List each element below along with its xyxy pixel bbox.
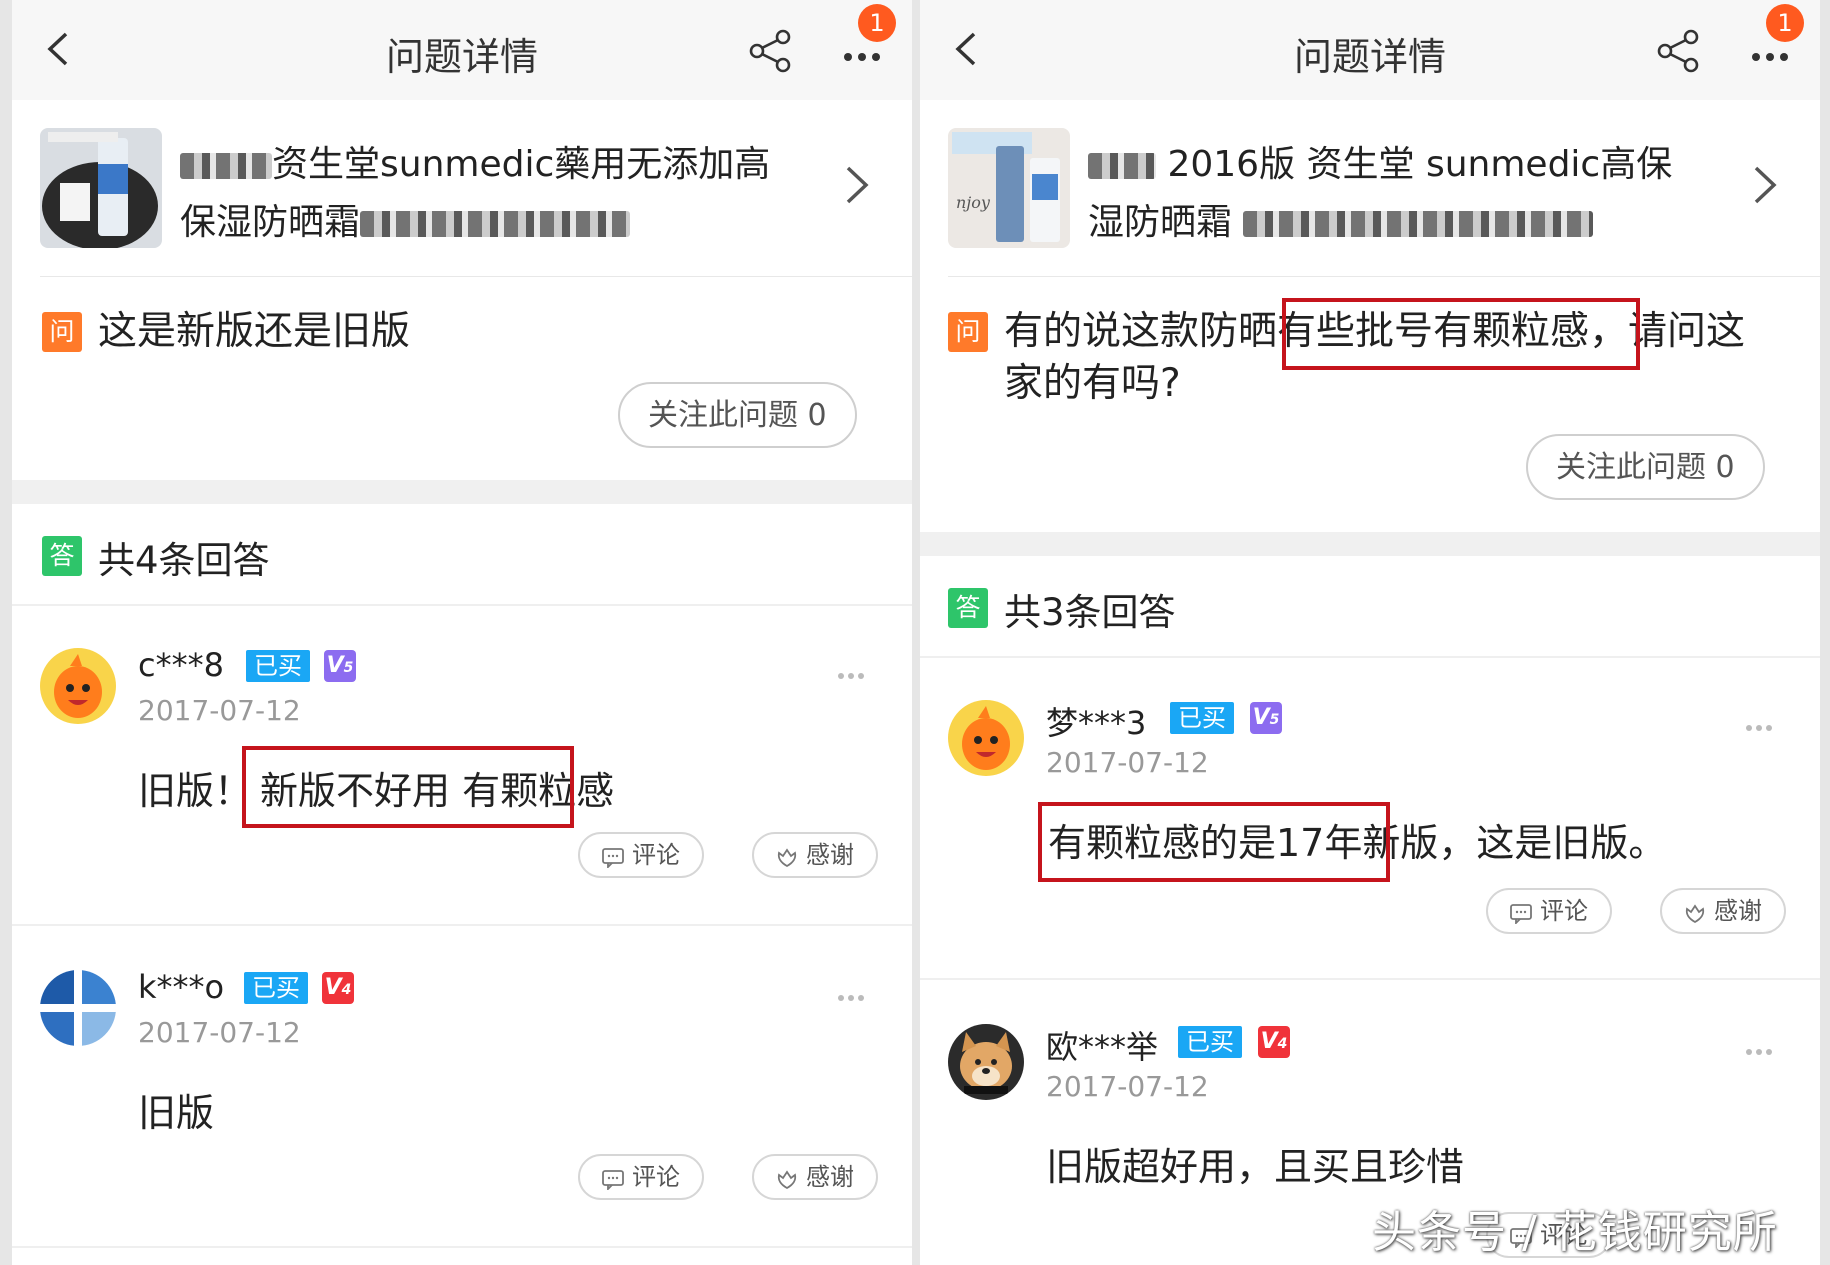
share-icon[interactable]: [1655, 28, 1701, 74]
answer-count: 共3条回答: [1004, 591, 1176, 634]
thanks-button[interactable]: 感谢: [752, 832, 878, 878]
answer-icon: 答: [42, 536, 82, 576]
answer-date: 2017-07-12: [138, 694, 301, 727]
vip-level-badge: V5: [324, 650, 356, 682]
product-card[interactable]: njoy 2016版 资生堂 sunmedic高保 湿防晒霜: [920, 100, 1820, 276]
comment-button[interactable]: 评论: [1486, 888, 1612, 934]
question-icon: 问: [42, 312, 82, 352]
more-icon[interactable]: [844, 46, 894, 61]
product-name: 资生堂sunmedic藥用无添加高 保湿防晒霜: [180, 144, 771, 243]
more-options-icon[interactable]: [838, 986, 870, 1001]
share-icon[interactable]: [747, 28, 793, 74]
right-screenshot: 问题详情 1 njoy 2016版 资生堂 sunmedic高保 湿防晒霜 问 …: [920, 0, 1820, 1265]
username: 欧***举: [1046, 1028, 1159, 1066]
left-screenshot: 问题详情 1 资生堂sunmedic藥用无添加高 保湿防晒霜 问 这是新版还是旧…: [12, 0, 912, 1265]
avatar[interactable]: [40, 970, 116, 1046]
answer-date: 2017-07-12: [1046, 1070, 1209, 1103]
redacted-text: [1243, 211, 1594, 237]
more-options-icon[interactable]: [838, 664, 870, 679]
divider: [12, 604, 912, 606]
chevron-right-icon: [846, 166, 869, 204]
answer-icon: 答: [948, 588, 988, 628]
avatar[interactable]: [948, 700, 1024, 776]
comment-button[interactable]: 评论: [578, 832, 704, 878]
username: k***o: [138, 968, 225, 1006]
thanks-flower-icon: [1685, 904, 1705, 924]
product-card[interactable]: 资生堂sunmedic藥用无添加高 保湿防晒霜: [12, 100, 912, 276]
section-gap: [920, 532, 1820, 556]
avatar[interactable]: [40, 648, 116, 724]
redacted-text: [1088, 153, 1156, 179]
more-icon[interactable]: [1752, 46, 1802, 61]
divider: [40, 276, 912, 277]
notification-badge: 1: [858, 4, 896, 42]
vip-level-badge: V4: [322, 972, 354, 1004]
answer-date: 2017-07-12: [138, 1016, 301, 1049]
username: 梦***3: [1046, 704, 1147, 742]
bought-badge: 已买: [1178, 1026, 1242, 1058]
vip-level-badge: V5: [1250, 702, 1282, 734]
highlight-box: [1038, 802, 1390, 882]
thanks-flower-icon: [777, 1170, 797, 1190]
redacted-text: [180, 153, 272, 179]
answer-count: 共4条回答: [98, 539, 270, 582]
redacted-text: [360, 211, 631, 237]
thanks-button[interactable]: 感谢: [752, 1154, 878, 1200]
more-options-icon[interactable]: [1746, 1040, 1778, 1055]
bought-badge: 已买: [246, 650, 310, 682]
highlight-box: [242, 746, 574, 828]
svg-text:njoy: njoy: [956, 193, 991, 212]
vip-level-badge: V4: [1258, 1026, 1290, 1058]
divider: [948, 276, 1820, 277]
section-gap: [12, 480, 912, 504]
product-thumbnail: njoy: [948, 128, 1070, 248]
nav-bar: 问题详情 1: [12, 0, 912, 100]
follow-question-button[interactable]: 关注此问题 0: [1526, 434, 1765, 500]
divider: [12, 924, 912, 926]
thanks-button[interactable]: 感谢: [1660, 888, 1786, 934]
watermark: 头条号 / 花钱研究所: [1372, 1207, 1778, 1258]
product-thumbnail: [40, 128, 162, 248]
divider: [920, 656, 1820, 658]
thanks-flower-icon: [777, 848, 797, 868]
avatar[interactable]: [948, 1024, 1024, 1100]
comment-icon: [602, 848, 624, 870]
more-options-icon[interactable]: [1746, 716, 1778, 731]
nav-bar: 问题详情 1: [920, 0, 1820, 100]
comment-icon: [602, 1170, 624, 1192]
comment-button[interactable]: 评论: [578, 1154, 704, 1200]
bought-badge: 已买: [1170, 702, 1234, 734]
product-name: 2016版 资生堂 sunmedic高保 湿防晒霜: [1088, 144, 1673, 243]
comment-icon: [1510, 904, 1532, 926]
bought-badge: 已买: [244, 972, 308, 1004]
answer-date: 2017-07-12: [1046, 746, 1209, 779]
question-icon: 问: [948, 312, 988, 352]
username: c***8: [138, 646, 224, 684]
divider: [920, 978, 1820, 980]
follow-question-button[interactable]: 关注此问题 0: [618, 382, 857, 448]
answer-text: 旧版: [138, 1091, 215, 1135]
chevron-right-icon: [1754, 166, 1777, 204]
divider: [12, 1246, 912, 1248]
notification-badge: 1: [1766, 4, 1804, 42]
highlight-box: [1282, 298, 1640, 370]
answer-text: 旧版超好用，且买且珍惜: [1046, 1145, 1465, 1189]
question-text: 这是新版还是旧版: [98, 309, 411, 354]
